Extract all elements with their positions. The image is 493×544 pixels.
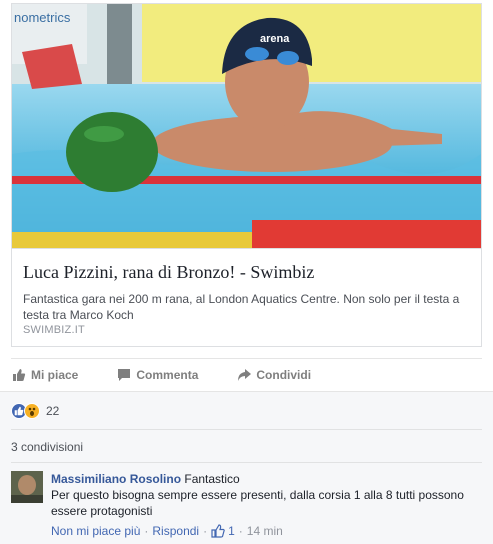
link-title[interactable]: Luca Pizzini, rana di Bronzo! - Swimbiz	[23, 261, 470, 283]
link-preview-body[interactable]: Luca Pizzini, rana di Bronzo! - Swimbiz …	[12, 248, 481, 346]
link-preview-card[interactable]: nometrics arena Luca Pizzini, rana di Br…	[11, 3, 482, 347]
meta-separator: ·	[203, 524, 208, 538]
unlike-comment-link[interactable]: Non mi piace più	[51, 523, 140, 539]
share-arrow-icon	[236, 367, 252, 383]
comment-label: Commenta	[136, 367, 199, 382]
comment-text-first: Fantastico	[184, 472, 240, 486]
comment-likes-count: 1	[228, 524, 235, 538]
reactions-count: 22	[46, 404, 60, 418]
reactions-summary[interactable]: 22	[11, 402, 59, 420]
commenter-avatar[interactable]	[11, 471, 43, 503]
comment-item: Massimiliano Rosolino Fantastico Per que…	[11, 471, 482, 541]
comment-timestamp[interactable]: 14 min	[247, 523, 283, 539]
divider	[11, 429, 482, 430]
comment-meta: Non mi piace più · Rispondi · 1 · 14 min	[51, 523, 471, 539]
comment-text: Per questo bisogna sempre essere present…	[51, 488, 464, 518]
thumbs-up-icon	[11, 367, 27, 383]
wow-reaction-icon	[24, 403, 40, 419]
post-action-bar: Mi piace Commenta Condividi	[11, 358, 482, 390]
like-button[interactable]: Mi piace	[11, 360, 78, 390]
thumbs-up-icon	[211, 524, 225, 538]
share-button[interactable]: Condividi	[236, 360, 311, 390]
link-description: Fantastica gara nei 200 m rana, al Londo…	[23, 292, 460, 322]
meta-separator: ·	[144, 524, 149, 538]
comment-icon	[116, 367, 132, 383]
link-preview-image[interactable]: nometrics arena	[12, 4, 481, 248]
facebook-post: nometrics arena Luca Pizzini, rana di Br…	[0, 0, 493, 544]
reply-link[interactable]: Rispondi	[152, 523, 199, 539]
comment-author-link[interactable]: Massimiliano Rosolino	[51, 472, 181, 486]
comment-likes[interactable]: 1	[211, 523, 235, 539]
comment-button[interactable]: Commenta	[116, 360, 198, 390]
cap-logo-text: arena	[260, 33, 290, 45]
feedback-section: 22 3 condivisioni Massimiliano Rosolino …	[0, 391, 493, 544]
divider	[11, 462, 482, 463]
banner-text: nometrics	[14, 10, 71, 25]
share-label: Condividi	[256, 367, 312, 382]
comment-body: Massimiliano Rosolino Fantastico Per que…	[51, 471, 471, 539]
link-domain: SWIMBIZ.IT	[23, 324, 85, 336]
like-label: Mi piace	[31, 367, 79, 382]
meta-separator: ·	[238, 524, 243, 538]
shares-count-link[interactable]: 3 condivisioni	[11, 440, 83, 454]
